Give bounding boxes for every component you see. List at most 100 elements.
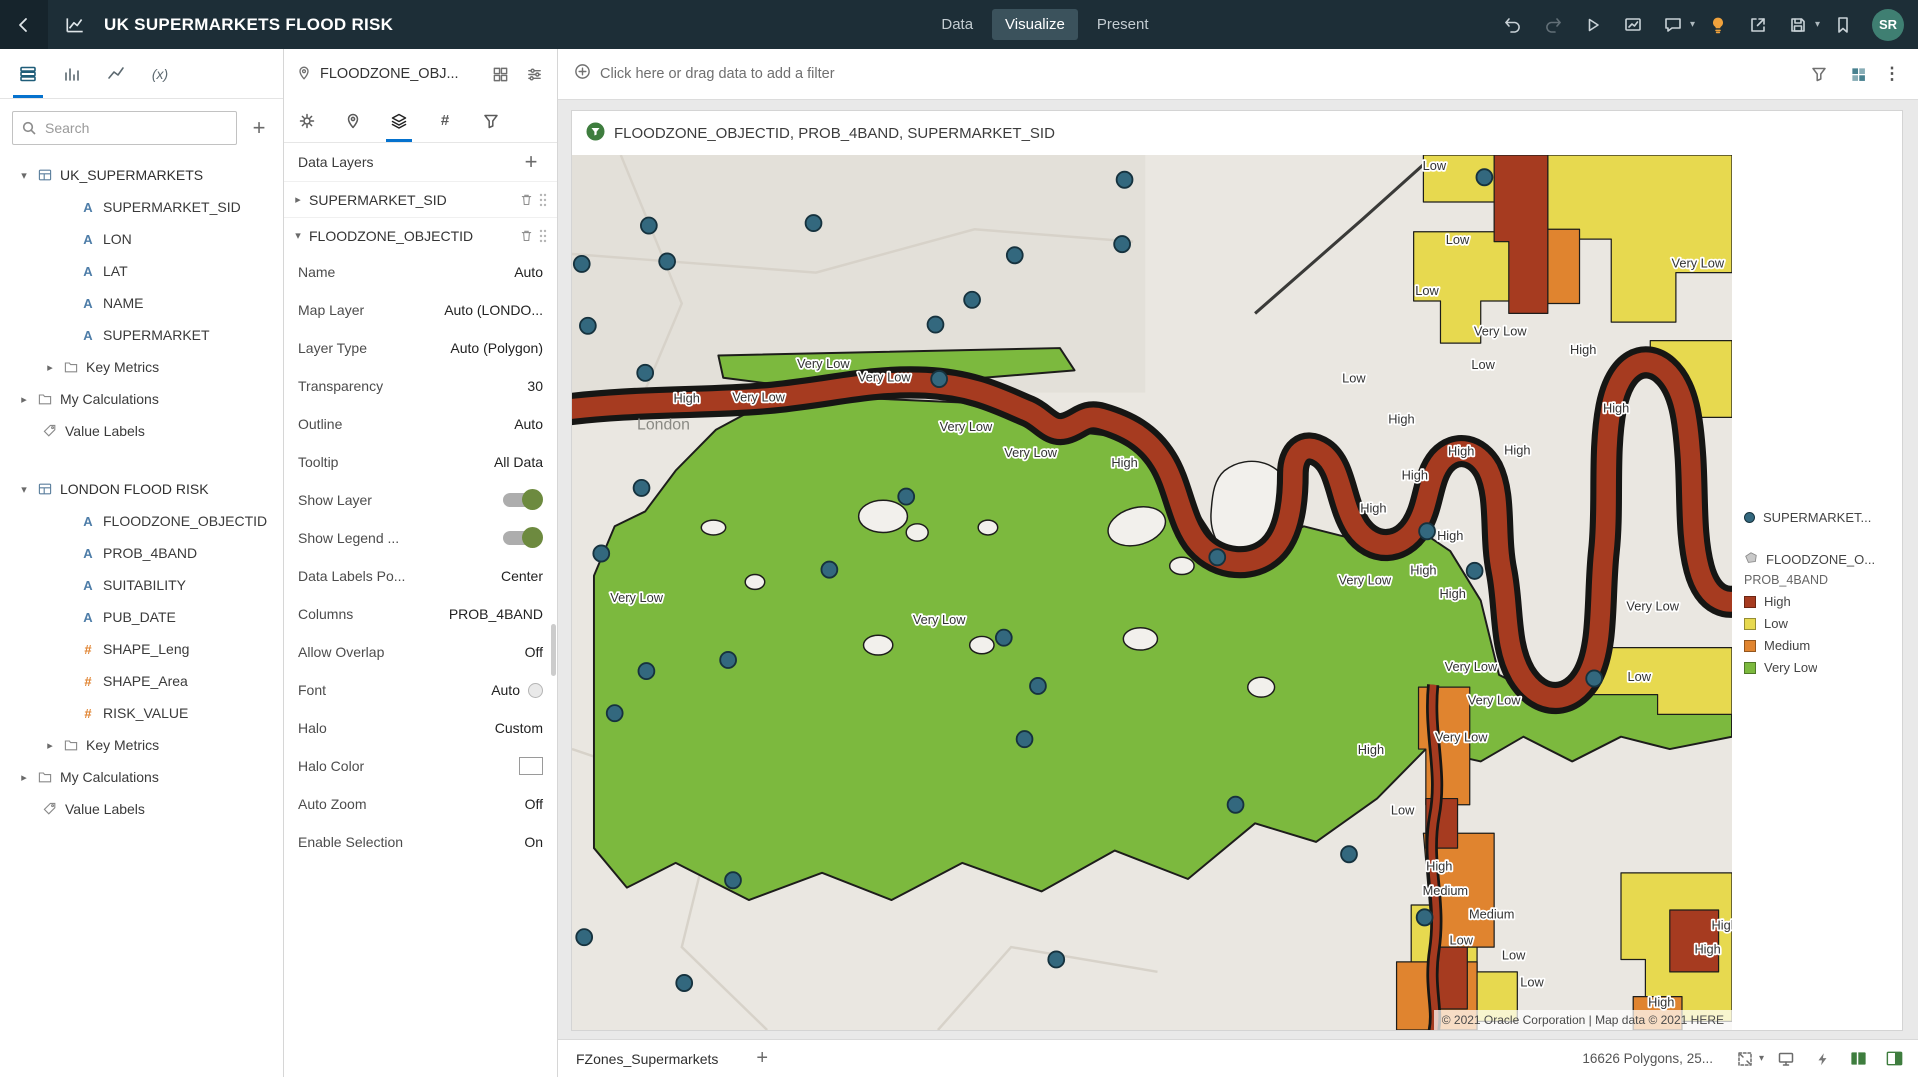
show-legend-toggle[interactable] bbox=[503, 531, 541, 545]
prop-value[interactable]: 30 bbox=[527, 378, 543, 394]
caret-right-icon[interactable]: ▸ bbox=[44, 361, 56, 374]
fit-to-canvas-icon[interactable] bbox=[1731, 1050, 1759, 1068]
supermarket-point[interactable] bbox=[1048, 951, 1064, 967]
group-my-calculations[interactable]: ▸ My Calculations bbox=[0, 383, 283, 415]
prop-value[interactable]: On bbox=[524, 834, 543, 850]
drag-handle-icon[interactable] bbox=[539, 193, 547, 207]
legend-item-medium[interactable]: Medium bbox=[1744, 635, 1896, 657]
caret-right-icon[interactable]: ▸ bbox=[292, 193, 304, 206]
supermarket-point[interactable] bbox=[1586, 670, 1602, 686]
fit-dropdown-caret[interactable]: ▾ bbox=[1759, 1053, 1764, 1064]
font-color-icon[interactable] bbox=[528, 683, 543, 698]
tab-layers-icon[interactable] bbox=[386, 99, 412, 142]
supermarket-point[interactable] bbox=[1228, 797, 1244, 813]
tab-data-elements[interactable] bbox=[6, 49, 50, 98]
add-filter-icon[interactable] bbox=[574, 63, 591, 85]
tab-map-pin-icon[interactable] bbox=[340, 99, 366, 142]
add-layer-button[interactable]: + bbox=[519, 151, 543, 173]
supermarket-point[interactable] bbox=[898, 489, 914, 505]
caret-right-icon[interactable]: ▸ bbox=[44, 739, 56, 752]
caret-down-icon[interactable]: ▾ bbox=[18, 483, 30, 496]
prop-value[interactable]: All Data bbox=[494, 454, 543, 470]
map-viewport[interactable]: LondonVery LowVery LowVery LowVery LowVe… bbox=[572, 155, 1732, 1030]
prop-value[interactable]: Off bbox=[525, 796, 543, 812]
supermarket-point[interactable] bbox=[1117, 172, 1133, 188]
supermarket-point[interactable] bbox=[725, 872, 741, 888]
supermarket-point[interactable] bbox=[607, 705, 623, 721]
pinboard-icon[interactable] bbox=[1843, 66, 1873, 83]
supermarket-point[interactable] bbox=[1209, 549, 1225, 565]
field-lon[interactable]: A LON bbox=[0, 223, 283, 255]
supermarket-point[interactable] bbox=[964, 292, 980, 308]
tab-visualize[interactable]: Visualize bbox=[992, 9, 1078, 40]
supermarket-point[interactable] bbox=[1030, 678, 1046, 694]
prop-value[interactable]: PROB_4BAND bbox=[449, 606, 543, 622]
supermarket-point[interactable] bbox=[574, 256, 590, 272]
supermarket-point[interactable] bbox=[720, 652, 736, 668]
supermarket-point[interactable] bbox=[1476, 169, 1492, 185]
supermarket-point[interactable] bbox=[1417, 909, 1433, 925]
group-key-metrics[interactable]: ▸ Key Metrics bbox=[0, 729, 283, 761]
save-icon[interactable] bbox=[1781, 8, 1815, 42]
tab-data[interactable]: Data bbox=[928, 9, 986, 40]
show-layer-toggle[interactable] bbox=[503, 493, 541, 507]
field-supermarket[interactable]: A SUPERMARKET bbox=[0, 319, 283, 351]
layout-two-pane-icon[interactable] bbox=[1844, 1049, 1872, 1068]
layer-supermarket-sid[interactable]: ▸ SUPERMARKET_SID bbox=[284, 181, 557, 217]
supermarket-point[interactable] bbox=[931, 371, 947, 387]
bookmark-icon[interactable] bbox=[1826, 8, 1860, 42]
supermarket-point[interactable] bbox=[1341, 846, 1357, 862]
floodzone-medium-region[interactable] bbox=[1548, 229, 1580, 303]
delete-layer-icon[interactable] bbox=[519, 228, 534, 243]
supermarket-point[interactable] bbox=[634, 480, 650, 496]
legend-item-low[interactable]: Low bbox=[1744, 613, 1896, 635]
caret-right-icon[interactable]: ▸ bbox=[18, 393, 30, 406]
supermarket-point[interactable] bbox=[1017, 731, 1033, 747]
add-dataset-button[interactable]: + bbox=[247, 117, 271, 139]
group-my-calculations[interactable]: ▸ My Calculations bbox=[0, 761, 283, 793]
save-dropdown-caret[interactable]: ▾ bbox=[1815, 19, 1820, 30]
dataset-london-flood-risk[interactable]: ▾ LONDON FLOOD RISK bbox=[0, 473, 283, 505]
filter-funnel-icon[interactable] bbox=[1804, 65, 1834, 83]
supermarket-point[interactable] bbox=[928, 317, 944, 333]
supermarket-point[interactable] bbox=[638, 663, 654, 679]
tab-filter-funnel-icon[interactable] bbox=[478, 99, 504, 142]
search-input[interactable] bbox=[12, 111, 237, 145]
prop-value[interactable]: Auto bbox=[514, 416, 543, 432]
supermarket-point[interactable] bbox=[1114, 236, 1130, 252]
scrollbar-thumb[interactable] bbox=[551, 624, 556, 676]
halo-color-swatch[interactable] bbox=[519, 757, 543, 775]
legend-floodzone-item[interactable]: FLOODZONE_O... bbox=[1744, 549, 1896, 571]
supermarket-point[interactable] bbox=[806, 215, 822, 231]
field-pub-date[interactable]: A PUB_DATE bbox=[0, 601, 283, 633]
supermarket-point[interactable] bbox=[1419, 523, 1435, 539]
delete-layer-icon[interactable] bbox=[519, 192, 534, 207]
field-prob-4band[interactable]: A PROB_4BAND bbox=[0, 537, 283, 569]
group-value-labels[interactable]: Value Labels bbox=[0, 793, 283, 825]
prop-value[interactable]: Auto bbox=[514, 264, 543, 280]
canvas-menu-kebab-icon[interactable]: ⋮ bbox=[1882, 64, 1902, 84]
map-visualization-card[interactable]: FLOODZONE_OBJECTID, PROB_4BAND, SUPERMAR… bbox=[571, 110, 1903, 1031]
insights-lightbulb-icon[interactable] bbox=[1701, 8, 1735, 42]
prop-value[interactable]: Auto (Polygon) bbox=[450, 340, 543, 356]
group-value-labels[interactable]: Value Labels bbox=[0, 415, 283, 447]
field-shape-area[interactable]: # SHAPE_Area bbox=[0, 665, 283, 697]
field-shape-leng[interactable]: # SHAPE_Leng bbox=[0, 633, 283, 665]
tab-calculations[interactable]: (x) bbox=[138, 49, 182, 98]
layer-floodzone-objectid[interactable]: ▾ FLOODZONE_OBJECTID bbox=[284, 217, 557, 253]
dataset-uk-supermarkets[interactable]: ▾ UK_SUPERMARKETS bbox=[0, 159, 283, 191]
tab-analytics[interactable] bbox=[94, 49, 138, 98]
field-supermarket-sid[interactable]: A SUPERMARKET_SID bbox=[0, 191, 283, 223]
prop-value[interactable]: Center bbox=[501, 568, 543, 584]
supermarket-point[interactable] bbox=[637, 365, 653, 381]
display-monitor-icon[interactable] bbox=[1772, 1050, 1800, 1068]
comment-icon[interactable] bbox=[1656, 8, 1690, 42]
supermarket-point[interactable] bbox=[593, 545, 609, 561]
play-icon[interactable] bbox=[1576, 8, 1610, 42]
field-suitability[interactable]: A SUITABILITY bbox=[0, 569, 283, 601]
field-lat[interactable]: A LAT bbox=[0, 255, 283, 287]
filter-prompt[interactable]: Click here or drag data to add a filter bbox=[600, 66, 1795, 82]
supermarket-point[interactable] bbox=[1467, 563, 1483, 579]
properties-sliders-icon[interactable] bbox=[521, 66, 547, 83]
supermarket-point[interactable] bbox=[1007, 247, 1023, 263]
